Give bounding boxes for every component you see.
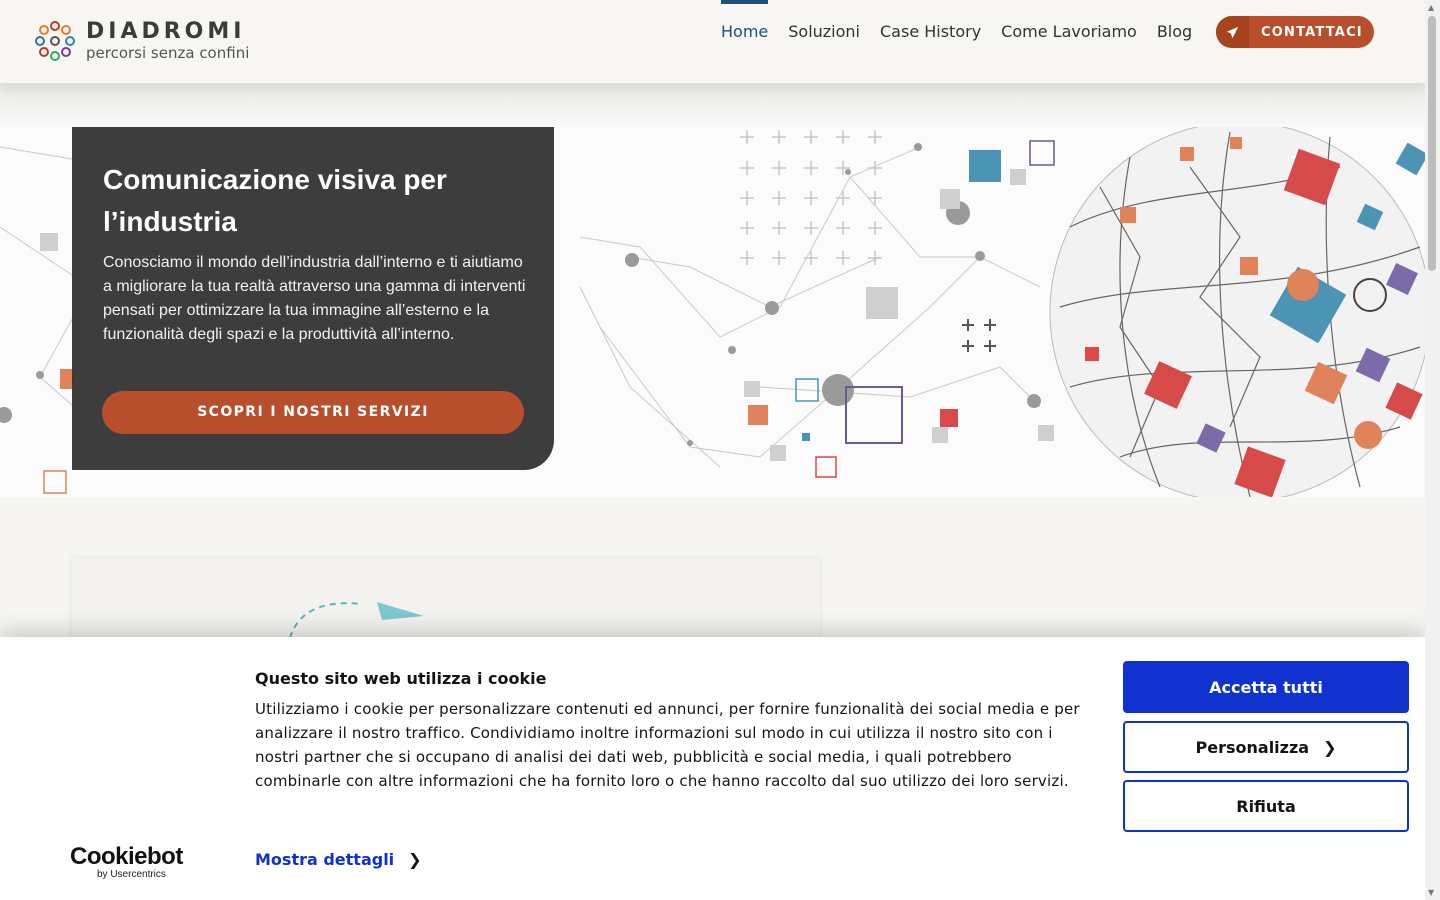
hero-description: Conosciamo il mondo dell’industria dall’… <box>103 254 526 343</box>
chevron-right-icon: ❯ <box>408 850 422 869</box>
cookie-text: Utilizziamo i cookie per personalizzare … <box>255 700 1080 790</box>
globe-illustration <box>1049 127 1425 497</box>
hero-card: Comunicazione visiva per l’industria Con… <box>72 127 554 470</box>
cookie-title: Questo sito web utilizza i cookie <box>255 669 547 688</box>
main-nav: Home Soluzioni Case History Come Lavoria… <box>711 0 1202 63</box>
logo[interactable]: DIADROMI percorsi senza confini <box>32 18 249 64</box>
cookiebot-name: Cookiebot <box>70 843 183 870</box>
logo-mark-icon <box>35 21 75 61</box>
accept-all-label: Accetta tutti <box>1209 677 1323 697</box>
accept-all-button[interactable]: Accetta tutti <box>1123 661 1409 713</box>
reject-label: Rifiuta <box>1236 796 1296 816</box>
scroll-down-icon[interactable]: ▼ <box>1428 888 1434 897</box>
site-header: DIADROMI percorsi senza confini Home Sol… <box>0 0 1425 83</box>
cookie-banner: Cookiebot by Usercentrics Questo sito we… <box>0 637 1425 900</box>
customize-label: Personalizza <box>1195 737 1310 757</box>
reject-button[interactable]: Rifiuta <box>1123 780 1409 832</box>
nav-blog[interactable]: Blog <box>1157 0 1192 63</box>
nav-case-history[interactable]: Case History <box>880 0 981 63</box>
cookiebot-logo: Cookiebot by Usercentrics <box>70 843 183 881</box>
scroll-up-icon[interactable]: ▲ <box>1428 3 1437 12</box>
contact-button-label: CONTATTACI <box>1261 24 1363 40</box>
nav-come-lavoriamo[interactable]: Come Lavoriamo <box>1001 0 1137 63</box>
scroll-thumb[interactable] <box>1428 16 1436 271</box>
paper-plane-icon <box>1216 16 1249 48</box>
logo-tagline: percorsi senza confini <box>86 44 250 62</box>
header-shadow-strip <box>0 83 1425 127</box>
cookiebot-sub: by Usercentrics <box>97 869 166 880</box>
page-scrollbar[interactable]: ▲ ▼ <box>1425 0 1440 900</box>
show-details-link[interactable]: Mostra dettagli ❯ <box>255 850 422 869</box>
show-details-label: Mostra dettagli <box>255 850 395 869</box>
logo-name: DIADROMI <box>86 19 246 44</box>
nav-soluzioni[interactable]: Soluzioni <box>788 0 860 63</box>
contact-button[interactable]: CONTATTACI <box>1216 16 1374 48</box>
services-button[interactable]: SCOPRI I NOSTRI SERVIZI <box>102 391 524 434</box>
hero-title: Comunicazione visiva per l’industria <box>103 164 447 237</box>
paper-plane-illustration <box>289 602 424 639</box>
customize-button[interactable]: Personalizza ❯ <box>1123 721 1409 773</box>
nav-home[interactable]: Home <box>721 0 769 63</box>
chevron-right-icon: ❯ <box>1323 737 1337 757</box>
